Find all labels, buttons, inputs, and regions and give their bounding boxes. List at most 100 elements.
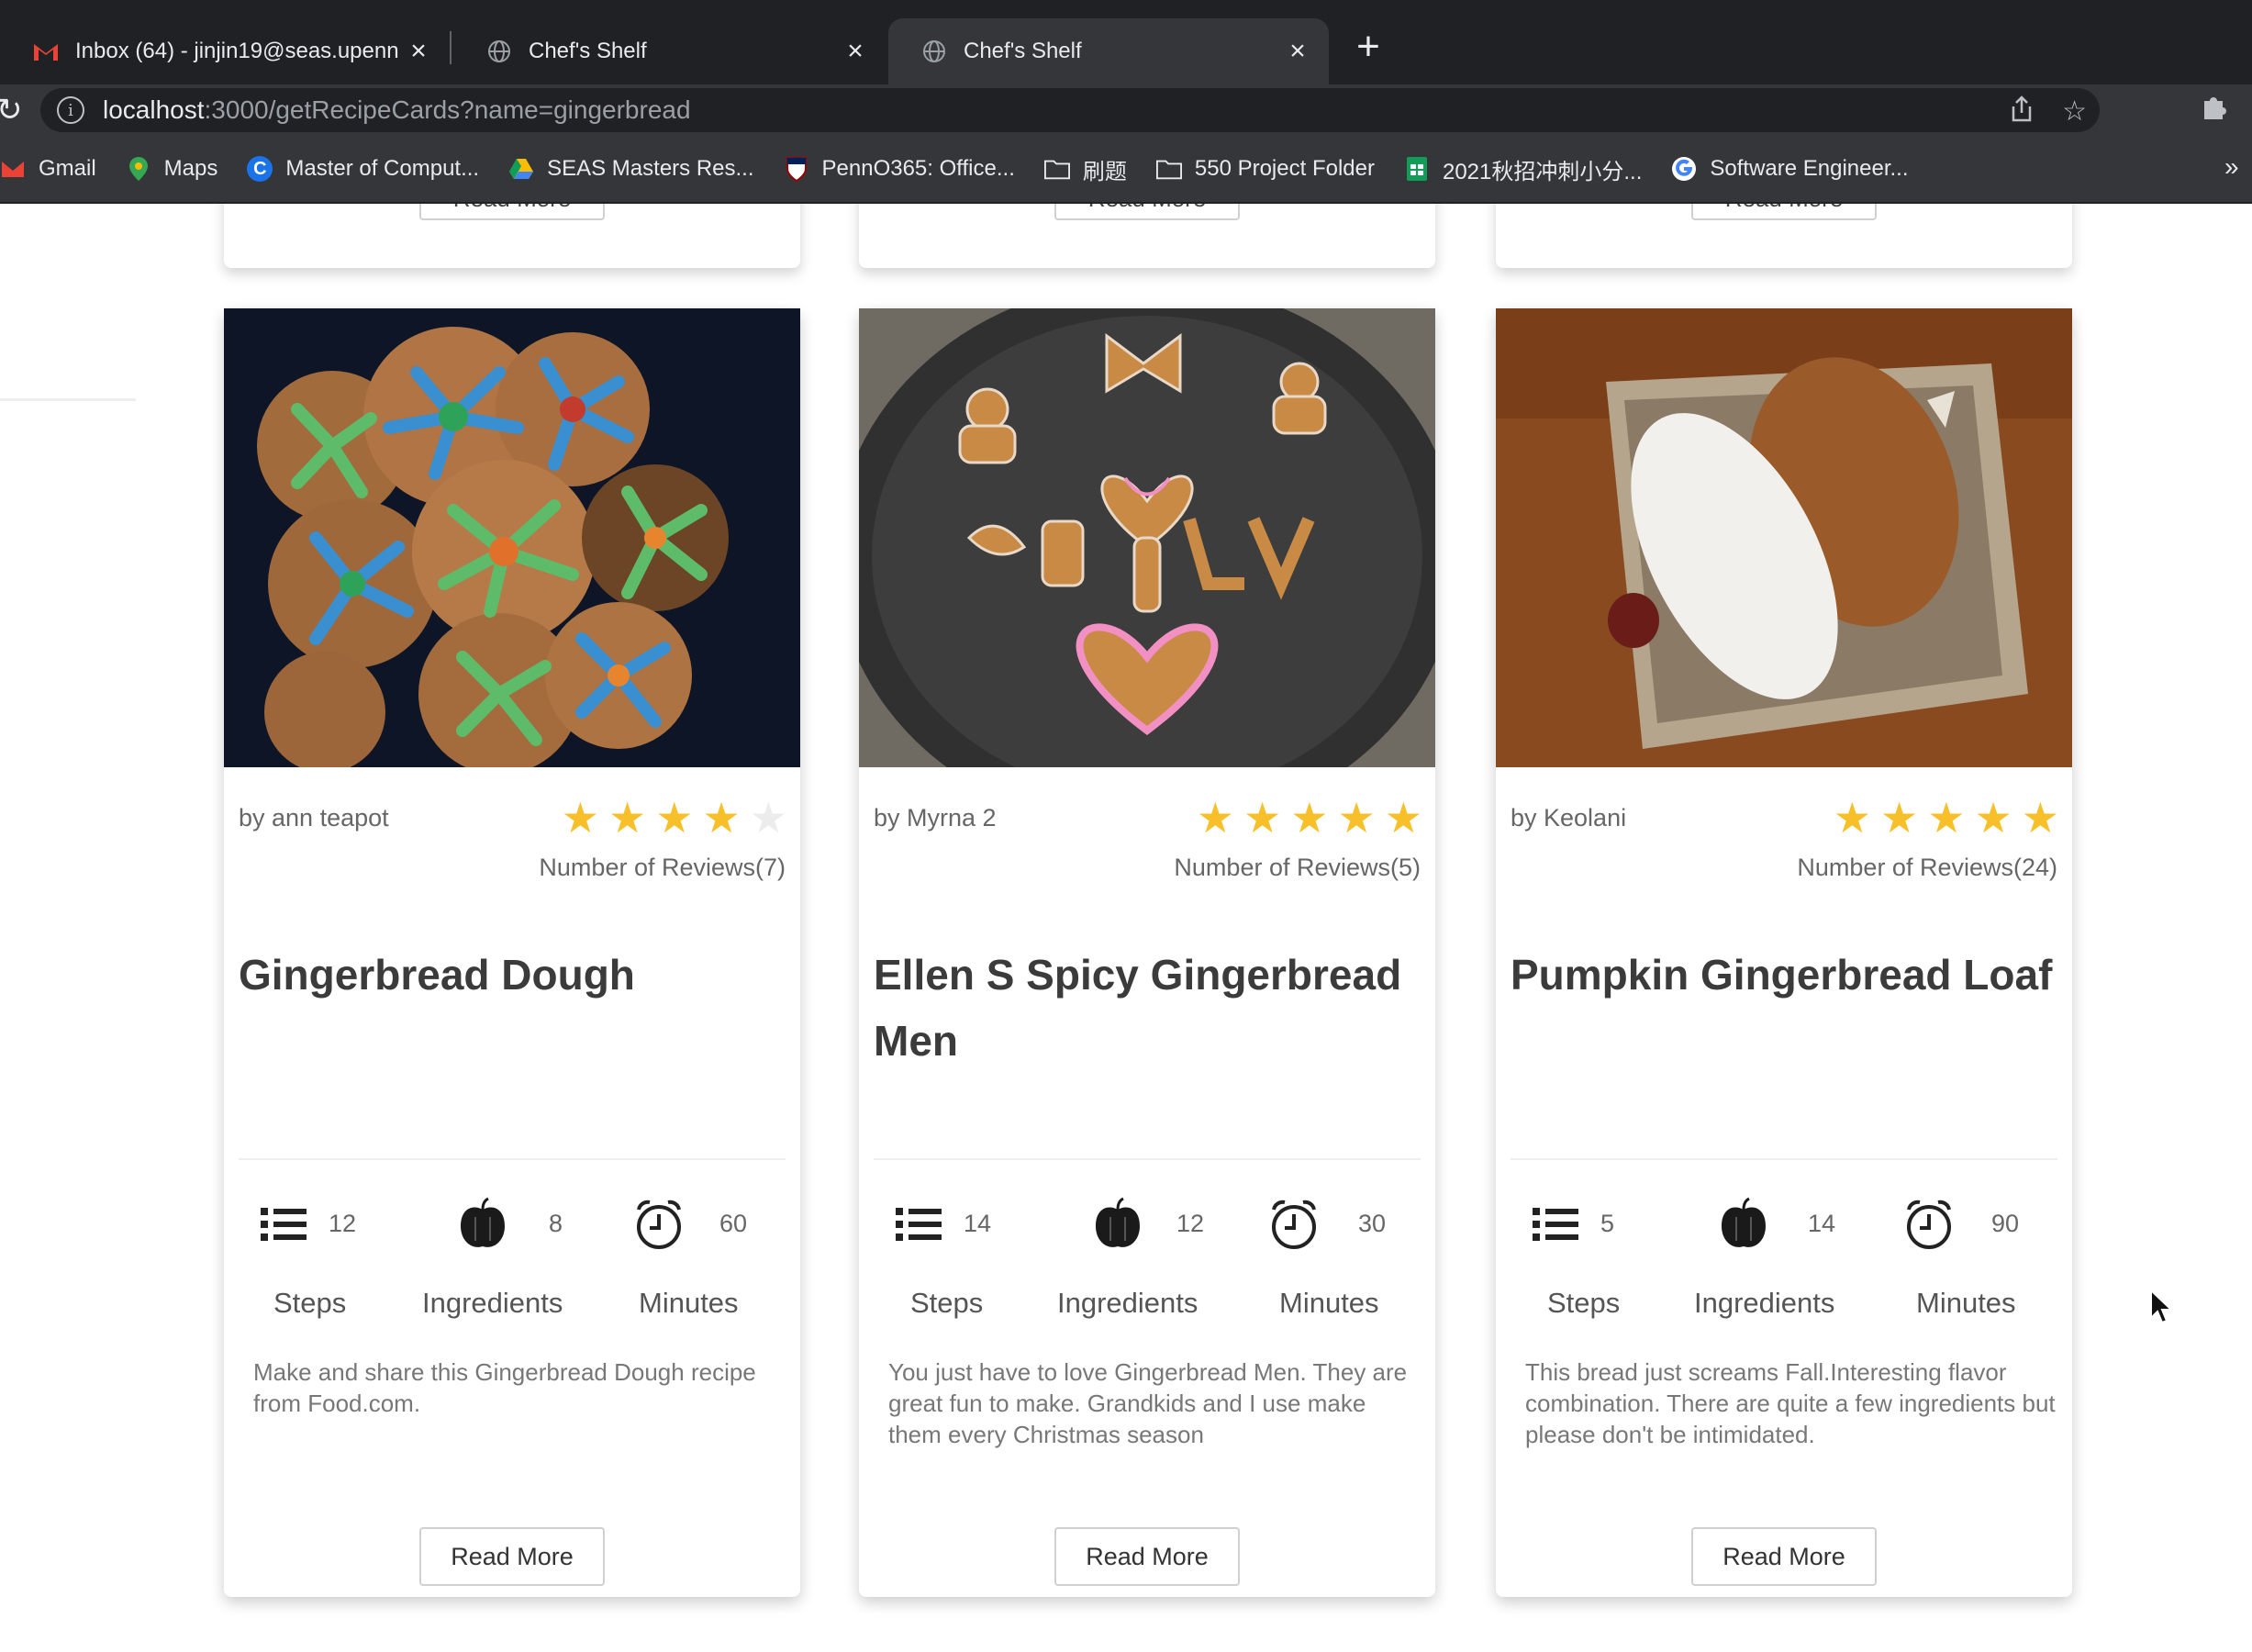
recipe-author: by ann teapot (239, 804, 389, 832)
close-icon[interactable]: × (1279, 33, 1316, 70)
bookmark-gmail[interactable]: Gmail (0, 156, 96, 182)
star-icon: ★ (1290, 794, 1329, 842)
star-icon: ★ (702, 794, 741, 842)
ingredients-label: Ingredients (422, 1287, 563, 1319)
tab-label: Chef's Shelf (964, 39, 1082, 63)
ingredients-label: Ingredients (1057, 1287, 1198, 1319)
read-more-button[interactable]: Read More (419, 1527, 605, 1586)
bookmark-label: 刷题 (1082, 159, 1127, 184)
ingredients-count: 8 (549, 1210, 563, 1237)
extensions-puzzle-icon[interactable] (2199, 92, 2228, 129)
recipe-card: by Keolani ★ ★ ★ ★ ★ Number of Reviews(2… (1496, 308, 2072, 1597)
steps-label: Steps (1547, 1287, 1621, 1319)
alarm-clock-icon (631, 1197, 686, 1252)
bookmark-folder-550-project[interactable]: 550 Project Folder (1155, 156, 1375, 182)
apple-icon (455, 1197, 510, 1252)
folder-icon (1155, 156, 1182, 182)
recipe-card: by ann teapot ★ ★ ★ ★ ★ Number of Review… (224, 308, 800, 1597)
drive-icon (508, 156, 534, 182)
card-divider (874, 1158, 1421, 1160)
bookmark-master-of-computer[interactable]: C Master of Comput... (247, 156, 479, 182)
close-icon[interactable]: × (837, 33, 874, 70)
star-icon: ★ (1927, 794, 1966, 842)
sheets-icon (1404, 156, 1430, 182)
ingredients-label: Ingredients (1694, 1287, 1835, 1319)
globe-icon (921, 39, 947, 64)
recipe-photo[interactable] (1496, 308, 2072, 767)
read-more-button[interactable]: Read More (1691, 1527, 1877, 1586)
bookmark-software-engineer[interactable]: Software Engineer... (1671, 156, 1909, 182)
star-icon: ★ (1243, 794, 1282, 842)
google-icon (1671, 156, 1697, 182)
url-text: localhost:3000/getRecipeCards?name=ginge… (103, 95, 691, 124)
new-tab-button[interactable]: + (1345, 24, 1391, 70)
gingerbread-men-photo (859, 308, 1435, 767)
globe-icon (486, 39, 512, 64)
read-more-button[interactable]: Read More (419, 204, 605, 220)
share-icon[interactable] (2010, 95, 2034, 130)
star-icon: ★ (1880, 794, 1919, 842)
star-icon: ★ (1974, 794, 2012, 842)
bookmark-maps[interactable]: Maps (126, 156, 218, 182)
review-count: Number of Reviews(5) (1174, 854, 1421, 881)
ingredients-count: 14 (1808, 1210, 1836, 1237)
star-icon: ★ (608, 794, 647, 842)
recipe-description: You just have to love Gingerbread Men. T… (888, 1358, 1408, 1448)
gmail-icon (33, 39, 59, 64)
gingerbread-dough-photo (224, 308, 800, 767)
address-bar[interactable]: i localhost:3000/getRecipeCards?name=gin… (40, 88, 2100, 132)
minutes-count: 30 (1358, 1210, 1387, 1237)
bookmark-label: 2021秋招冲刺小分... (1442, 159, 1643, 184)
bookmark-penn-o365[interactable]: PennO365: Office... (784, 156, 1015, 182)
tab-strip: Inbox (64) - jinjin19@seas.upenn.edu × C… (0, 0, 2252, 84)
apple-icon (1090, 1197, 1145, 1252)
star-icon: ★ (2021, 794, 2059, 842)
star-icon: ★ (561, 794, 599, 842)
tab-chefs-shelf-active[interactable]: Chef's Shelf × (888, 18, 1329, 84)
bookmark-seas-masters[interactable]: SEAS Masters Res... (508, 156, 754, 182)
recipe-results-page: Read More Read More Read More (0, 204, 2252, 1652)
steps-label: Steps (910, 1287, 984, 1319)
bookmark-folder-shuati[interactable]: 刷题 (1043, 153, 1127, 185)
recipe-photo[interactable] (224, 308, 800, 767)
bookmark-2021-qiuzhao[interactable]: 2021秋招冲刺小分... (1404, 153, 1642, 185)
steps-count: 12 (329, 1210, 357, 1237)
read-more-button[interactable]: Read More (1054, 1527, 1240, 1586)
recipe-author: by Myrna 2 (874, 804, 997, 832)
tab-inbox[interactable]: Inbox (64) - jinjin19@seas.upenn.edu × (0, 18, 450, 84)
tab-separator (450, 31, 452, 64)
minutes-label: Minutes (1916, 1287, 2016, 1319)
folder-icon (1043, 156, 1070, 182)
alarm-clock-icon (1901, 1197, 1957, 1252)
list-icon (257, 1197, 312, 1252)
gmail-icon (0, 156, 26, 182)
star-icon: ★ (1384, 794, 1422, 842)
recipe-card-previous: Read More (859, 204, 1435, 268)
bookmark-label: Maps (163, 156, 218, 181)
recipe-title: Ellen S Spicy Gingerbread Men (874, 951, 1402, 1065)
reload-icon[interactable]: ↻ (0, 92, 23, 128)
recipe-card-previous: Read More (1496, 204, 2072, 268)
star-icon: ★ (655, 794, 694, 842)
tab-chefs-shelf[interactable]: Chef's Shelf × (453, 18, 886, 84)
minutes-label: Minutes (639, 1287, 739, 1319)
read-more-button[interactable]: Read More (1691, 204, 1877, 220)
recipe-author: by Keolani (1511, 804, 1627, 832)
read-more-button[interactable]: Read More (1054, 204, 1240, 220)
bookmarks-overflow-icon[interactable]: » (2224, 152, 2239, 182)
list-icon (1529, 1197, 1584, 1252)
close-icon[interactable]: × (400, 33, 437, 70)
steps-label: Steps (273, 1287, 347, 1319)
star-icon: ★ (1337, 794, 1376, 842)
review-count: Number of Reviews(24) (1797, 854, 2057, 881)
bookmark-label: Master of Comput... (285, 156, 480, 181)
tab-label: Chef's Shelf (529, 39, 647, 63)
tab-label: Inbox (64) - jinjin19@seas.upenn.edu (75, 39, 400, 63)
bookmark-star-icon[interactable]: ☆ (2062, 95, 2087, 128)
star-empty-icon: ★ (749, 794, 787, 842)
recipe-card-previous: Read More (224, 204, 800, 268)
info-icon[interactable]: i (57, 96, 84, 124)
recipe-photo[interactable] (859, 308, 1435, 767)
recipe-card: by Myrna 2 ★ ★ ★ ★ ★ Number of Reviews(5… (859, 308, 1435, 1597)
recipe-title: Pumpkin Gingerbread Loaf (1511, 951, 2053, 999)
